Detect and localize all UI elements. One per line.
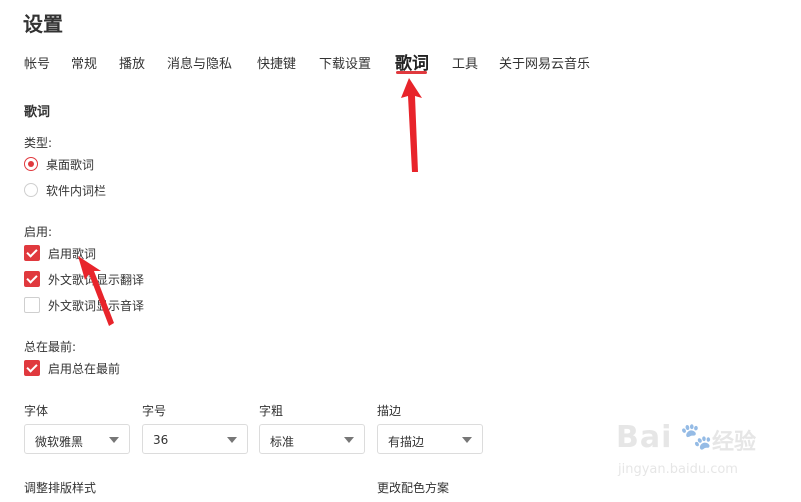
radio-in-app-lyrics[interactable]: 软件内词栏 [24,182,106,198]
type-label: 类型: [24,136,53,150]
checkbox-enable-lyrics[interactable]: 启用歌词 [24,245,96,261]
radio-in-app-lyrics-label: 软件内词栏 [46,183,107,198]
checkbox-checked-icon[interactable] [24,271,40,287]
tab-download-settings[interactable]: 下载设置 [319,53,371,72]
checkbox-always-on-top-label: 启用总在最前 [48,361,121,376]
outline-select[interactable]: 有描边 [377,424,483,454]
weight-label: 字粗 [259,404,284,418]
checkbox-checked-icon[interactable] [24,245,40,261]
weight-select-value: 标准 [270,435,295,449]
watermark-url: jingyan.baidu.com [618,462,738,477]
font-select-value: 微软雅黑 [35,435,84,449]
watermark-text: 经验 [712,430,757,455]
checkbox-show-transliteration[interactable]: 外文歌词显示音译 [24,297,144,313]
paw-icon: 🐾 [680,422,713,452]
radio-icon[interactable] [24,183,38,197]
size-label: 字号 [142,404,167,418]
always-on-top-label: 总在最前: [24,340,77,354]
outline-select-value: 有描边 [388,435,425,449]
arrow-to-enable-lyrics [78,256,114,326]
font-label: 字体 [24,404,49,418]
tab-messages-privacy[interactable]: 消息与隐私 [167,53,232,72]
radio-desktop-lyrics[interactable]: 桌面歌词 [24,156,94,172]
outline-label: 描边 [377,404,402,418]
chevron-down-icon [109,437,119,443]
chevron-down-icon [462,437,472,443]
size-select-value: 36 [153,433,169,447]
layout-style-label: 调整排版样式 [24,481,97,495]
tab-shortcuts[interactable]: 快捷键 [257,53,296,72]
section-title: 歌词 [24,105,51,120]
page-title: 设置 [23,12,63,36]
tab-account[interactable]: 帐号 [24,53,50,72]
active-tab-underline [396,71,427,74]
tab-playback[interactable]: 播放 [119,53,145,72]
checkbox-unchecked-icon[interactable] [24,297,40,313]
watermark-brand: Bai [616,420,673,455]
checkbox-show-translation-label: 外文歌词显示翻译 [48,272,145,287]
enable-label: 启用: [24,225,53,239]
baidu-jingyan-watermark: Bai 🐾 经验 jingyan.baidu.com [612,416,762,486]
checkbox-enable-lyrics-label: 启用歌词 [48,246,97,261]
checkbox-checked-icon[interactable] [24,360,40,376]
tab-about[interactable]: 关于网易云音乐 [499,53,590,72]
checkbox-show-translation[interactable]: 外文歌词显示翻译 [24,271,144,287]
tab-tools[interactable]: 工具 [452,53,478,72]
font-select[interactable]: 微软雅黑 [24,424,130,454]
chevron-down-icon [227,437,237,443]
chevron-down-icon [344,437,354,443]
size-select[interactable]: 36 [142,424,248,454]
color-scheme-label: 更改配色方案 [377,481,450,495]
radio-desktop-lyrics-label: 桌面歌词 [46,157,95,172]
checkbox-always-on-top[interactable]: 启用总在最前 [24,360,120,376]
tab-general[interactable]: 常规 [71,53,97,72]
checkbox-show-transliteration-label: 外文歌词显示音译 [48,298,145,313]
weight-select[interactable]: 标准 [259,424,365,454]
radio-icon-selected[interactable] [24,157,38,171]
arrow-to-lyrics-tab [401,78,422,172]
